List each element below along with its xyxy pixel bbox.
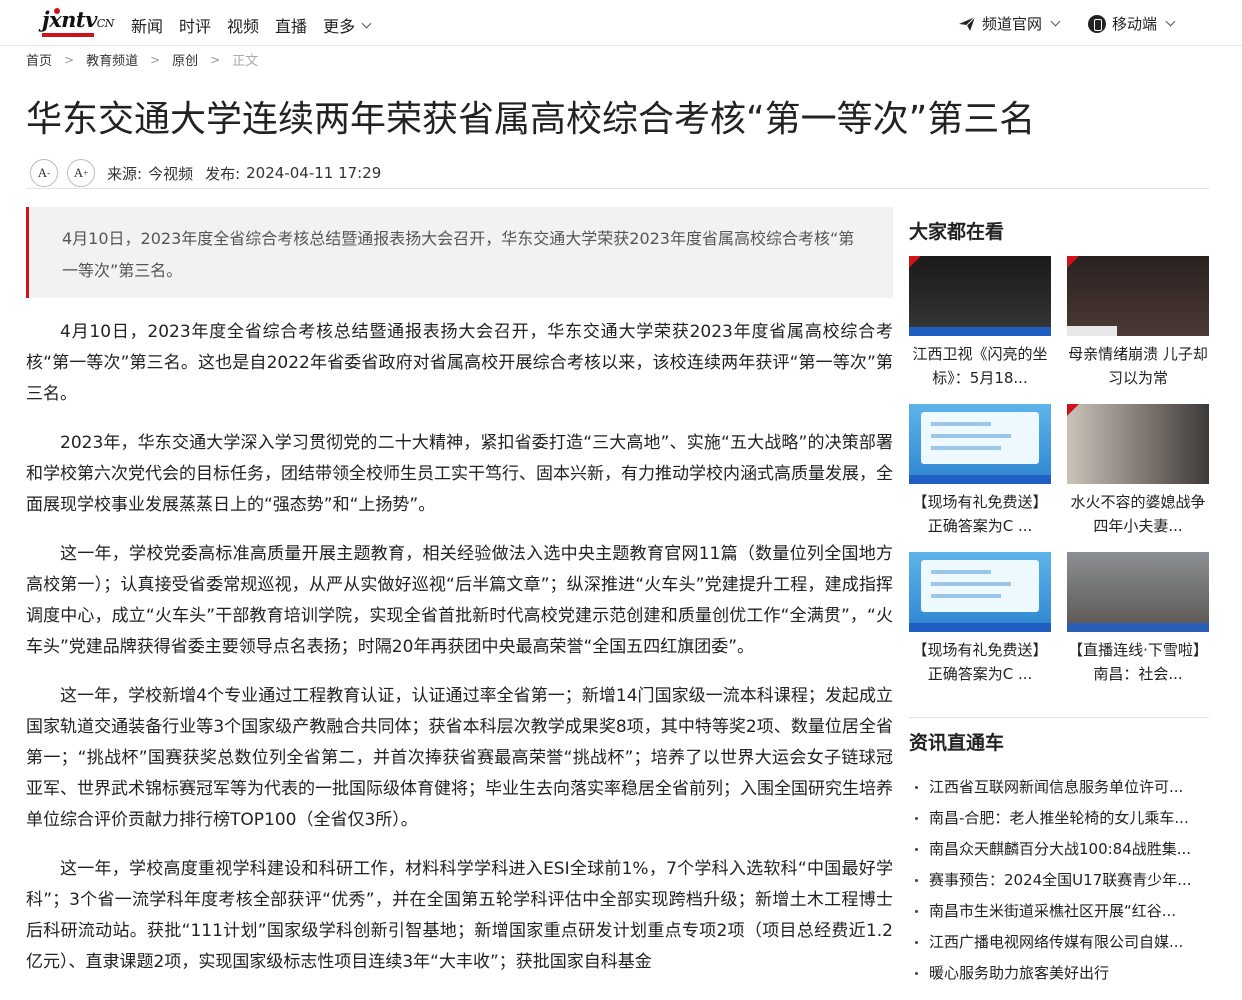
sidebar: 大家都在看 江西卫视《闪亮的坐标》：5月18... 母亲情绪崩溃 儿子却习以为常… xyxy=(909,207,1209,982)
news-list: 江西省互联网新闻信息服务单位许可... 南昌-合肥：老人推坐轮椅的女儿乘车...… xyxy=(909,772,1209,989)
breadcrumb-current: 正文 xyxy=(232,54,259,69)
channel-site-dropdown[interactable]: 频道官网 xyxy=(958,13,1061,34)
news-item[interactable]: 南昌众天麒麟百分大战100:84战胜集... xyxy=(909,834,1209,865)
font-increase-button[interactable]: A + xyxy=(67,159,95,187)
chevron-down-icon xyxy=(361,18,372,28)
news-item[interactable]: 暖心服务助力旅客美好出行 xyxy=(909,958,1209,989)
logo-suffix: CN xyxy=(96,17,115,30)
logo-text: jxntv xyxy=(42,7,97,32)
article-paragraph: 4月10日，2023年度全省综合考核总结暨通报表扬大会召开，华东交通大学荣获20… xyxy=(26,322,893,404)
video-thumbnail[interactable] xyxy=(909,256,1051,336)
site-logo[interactable]: jxntvCN xyxy=(40,7,115,39)
breadcrumb: 首页 > 教育频道 > 原创 > 正文 xyxy=(26,50,259,70)
mobile-phone-icon xyxy=(1088,14,1106,33)
breadcrumb-original[interactable]: 原创 xyxy=(172,50,198,69)
article-summary: 4月10日，2023年度全省综合考核总结暨通报表扬大会召开，华东交通大学荣获20… xyxy=(26,207,893,298)
chevron-down-icon xyxy=(1165,16,1176,27)
breadcrumb-separator: > xyxy=(64,52,75,67)
mobile-dropdown[interactable]: 移动端 xyxy=(1088,13,1176,34)
popular-caption[interactable]: 【现场有礼免费送】正确答案为C ... xyxy=(909,638,1051,686)
video-thumbnail[interactable] xyxy=(909,404,1051,484)
nav-item-news[interactable]: 新闻 xyxy=(131,13,163,37)
popular-caption[interactable]: 母亲情绪崩溃 儿子却习以为常 xyxy=(1067,342,1209,390)
popular-caption[interactable]: 【直播连线·下雪啦】南昌：社会... xyxy=(1067,638,1209,686)
news-item[interactable]: 江西广播电视网络传媒有限公司自媒... xyxy=(909,927,1209,958)
article-meta: A- A + 来源: 今视频 发布: 2024-04-11 17:29 xyxy=(30,159,381,187)
video-thumbnail[interactable] xyxy=(1067,256,1209,336)
news-item[interactable]: 南昌市生米街道采樵社区开展“红谷... xyxy=(909,896,1209,927)
breadcrumb-education[interactable]: 教育频道 xyxy=(86,50,138,69)
news-item[interactable]: 江西省互联网新闻信息服务单位许可... xyxy=(909,772,1209,803)
video-thumbnail[interactable] xyxy=(909,552,1051,632)
mobile-label: 移动端 xyxy=(1112,15,1158,33)
top-navbar: jxntvCN 新闻 时评 视频 直播 更多 频道官网 移动端 xyxy=(0,0,1242,46)
font-decrease-button[interactable]: A- xyxy=(30,159,58,187)
popular-card[interactable]: 【现场有礼免费送】正确答案为C ... xyxy=(909,404,1051,538)
logo-red-bar xyxy=(42,33,94,37)
popular-section-title: 大家都在看 xyxy=(909,221,1005,243)
popular-card[interactable]: 母亲情绪崩溃 儿子却习以为常 xyxy=(1067,256,1209,390)
popular-card[interactable]: 水火不容的婆媳战争 四年小夫妻... xyxy=(1067,404,1209,538)
popular-card[interactable]: 【直播连线·下雪啦】南昌：社会... xyxy=(1067,552,1209,686)
news-item[interactable]: 南昌-合肥：老人推坐轮椅的女儿乘车... xyxy=(909,803,1209,834)
popular-caption[interactable]: 【现场有礼免费送】正确答案为C ... xyxy=(909,490,1051,538)
breadcrumb-home[interactable]: 首页 xyxy=(26,50,52,69)
divider xyxy=(909,717,1209,718)
article-paragraph: 这一年，学校新增4个专业通过工程教育认证，认证通过率全省第一；新增14门国家级一… xyxy=(26,686,893,830)
source-value: 今视频 xyxy=(148,164,194,183)
breadcrumb-separator: > xyxy=(210,52,221,67)
nav-item-video[interactable]: 视频 xyxy=(227,13,259,37)
source-label: 来源: xyxy=(107,164,143,183)
popular-caption[interactable]: 水火不容的婆媳战争 四年小夫妻... xyxy=(1067,490,1209,538)
nav-item-commentary[interactable]: 时评 xyxy=(179,13,211,37)
article-paragraph: 2023年，华东交通大学深入学习贯彻党的二十大精神，紧扣省委打造“三大高地”、实… xyxy=(26,433,893,515)
article-body: 4月10日，2023年度全省综合考核总结暨通报表扬大会召开，华东交通大学荣获20… xyxy=(26,317,893,996)
nav-item-more[interactable]: 更多 xyxy=(323,13,372,37)
divider xyxy=(26,188,1209,189)
article-paragraph: 这一年，学校党委高标准高质量开展主题教育，相关经验做法入选中央主题教育官网11篇… xyxy=(26,544,893,657)
nav-more-label: 更多 xyxy=(323,17,356,36)
article-title: 华东交通大学连续两年荣获省属高校综合考核“第一等次”第三名 xyxy=(26,99,1036,140)
video-thumbnail[interactable] xyxy=(1067,552,1209,632)
news-item[interactable]: 赛事预告：2024全国U17联赛青少年... xyxy=(909,865,1209,896)
article-paragraph: 这一年，学校高度重视学科建设和科研工作，材料科学学科进入ESI全球前1%，7个学… xyxy=(26,859,893,972)
popular-card[interactable]: 江西卫视《闪亮的坐标》：5月18... xyxy=(909,256,1051,390)
popular-card[interactable]: 【现场有礼免费送】正确答案为C ... xyxy=(909,552,1051,686)
channel-site-label: 频道官网 xyxy=(982,15,1043,33)
video-thumbnail[interactable] xyxy=(1067,404,1209,484)
nav-item-live[interactable]: 直播 xyxy=(275,13,307,37)
paper-plane-icon xyxy=(959,16,976,31)
popular-caption[interactable]: 江西卫视《闪亮的坐标》：5月18... xyxy=(909,342,1051,390)
breadcrumb-separator: > xyxy=(150,52,161,67)
publish-time: 2024-04-11 17:29 xyxy=(246,164,382,182)
news-section-title: 资讯直通车 xyxy=(909,732,1005,754)
chevron-down-icon xyxy=(1050,16,1061,27)
main-nav: 新闻 时评 视频 直播 更多 xyxy=(131,13,372,37)
publish-label: 发布: xyxy=(205,164,241,183)
